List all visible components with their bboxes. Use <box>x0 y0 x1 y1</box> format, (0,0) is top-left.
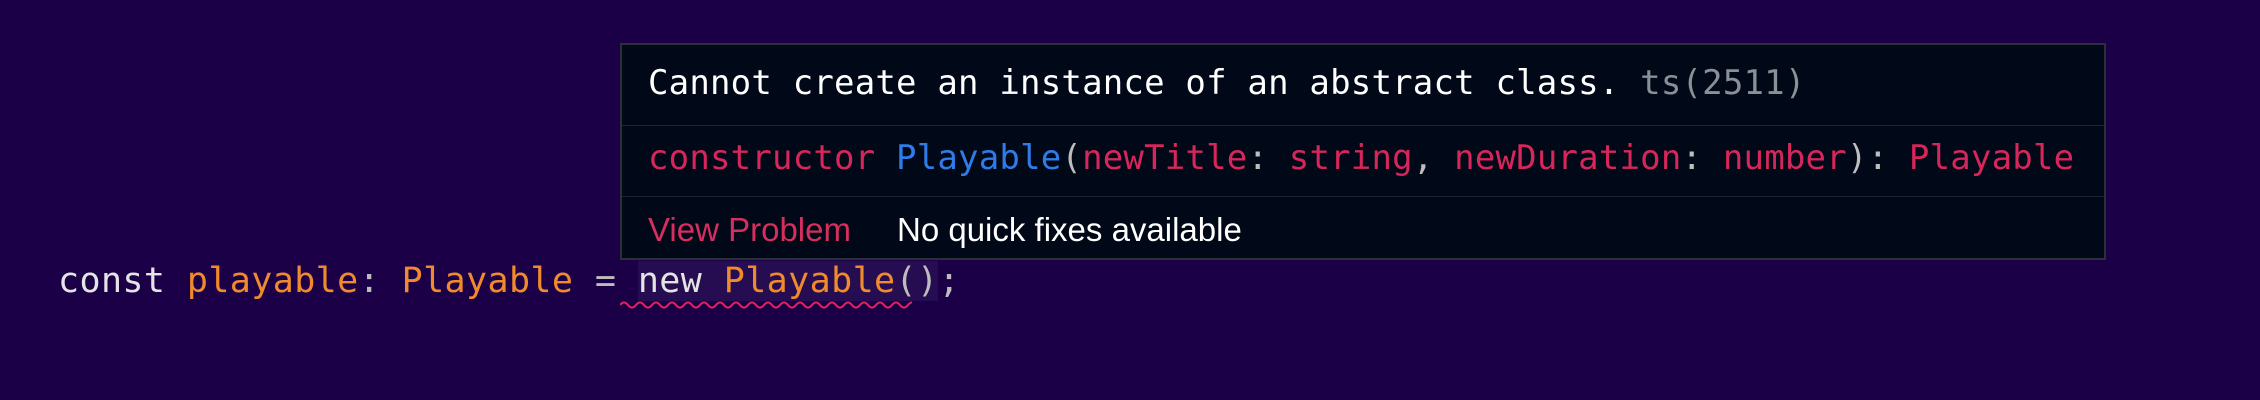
error-message-row: Cannot create an instance of an abstract… <box>648 59 1806 107</box>
error-hover-tooltip: Cannot create an instance of an abstract… <box>620 43 2106 260</box>
error-code: ts(2511) <box>1640 63 1806 103</box>
signature-return-type: Playable <box>1908 138 2075 178</box>
signature-close-paren: ) <box>1846 138 1868 178</box>
error-message: Cannot create an instance of an abstract… <box>648 63 1620 103</box>
semicolon-token: ; <box>938 261 960 301</box>
signature-keyword: constructor <box>648 138 876 178</box>
error-squiggle-underline <box>620 301 912 309</box>
error-expression[interactable]: new Playable() <box>637 261 939 301</box>
keyword-const: const <box>58 261 166 301</box>
call-parens: () <box>895 261 939 301</box>
signature-param1-name: newTitle <box>1082 138 1248 178</box>
no-quick-fixes-label: No quick fixes available <box>896 211 1242 248</box>
code-line[interactable]: const playable: Playable = new Playable(… <box>58 256 960 306</box>
tooltip-divider <box>622 196 2104 197</box>
signature-param2-type: number <box>1722 138 1847 178</box>
tooltip-divider <box>622 125 2104 126</box>
signature-open-paren: ( <box>1061 138 1083 178</box>
signature-colon3: : <box>1867 138 1909 178</box>
signature-colon1: : <box>1247 138 1289 178</box>
keyword-new: new <box>637 261 703 301</box>
colon-token: : <box>358 261 381 301</box>
constructor-signature: constructor Playable(newTitle: string, n… <box>648 134 2074 182</box>
type-annotation: Playable <box>401 261 574 301</box>
signature-comma: , <box>1412 138 1455 178</box>
signature-colon2: : <box>1681 138 1723 178</box>
equals-token: = <box>594 261 617 301</box>
signature-param2-name: newDuration <box>1454 138 1682 178</box>
hover-actions: View Problem No quick fixes available <box>648 206 1242 254</box>
class-name: Playable <box>723 261 896 301</box>
view-problem-link[interactable]: View Problem <box>648 211 851 248</box>
variable-name: playable <box>186 261 359 301</box>
signature-param1-type: string <box>1288 138 1413 178</box>
signature-name: Playable <box>896 138 1062 178</box>
